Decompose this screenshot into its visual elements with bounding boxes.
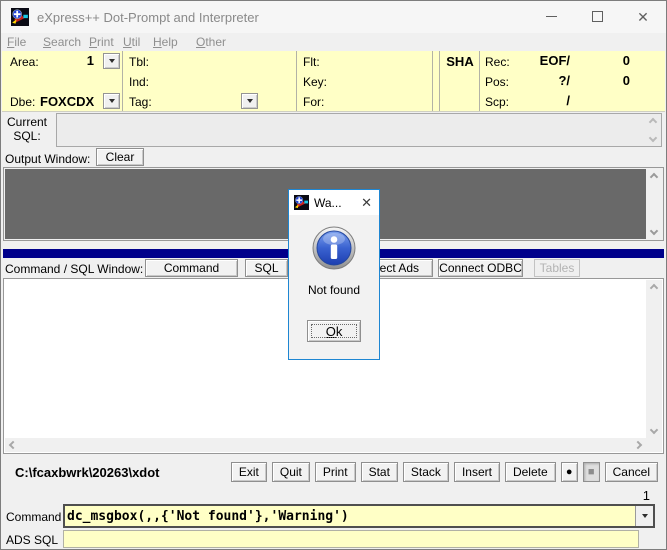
close-icon: ✕ [361,195,372,210]
app-window: eXpress++ Dot-Prompt and Interpreter ✕ F… [0,0,667,550]
chevron-down-icon [247,99,253,103]
dialog-message: Not found [308,283,360,297]
print-button[interactable]: Print [315,462,356,482]
scrollbar-corner [646,438,662,452]
exit-button[interactable]: Exit [231,462,267,482]
menu-other[interactable]: Other [196,35,226,49]
menu-search[interactable]: Search [43,35,81,49]
focus-rectangle [311,324,357,338]
ok-button[interactable]: Ok [307,320,361,342]
warning-dialog: Wa... ✕ Not found Ok [288,189,380,360]
current-sql-field[interactable] [56,113,662,147]
delete-button[interactable]: Delete [505,462,556,482]
maximize-icon [592,11,603,22]
history-counter: 1 [643,488,650,503]
cancel-button[interactable]: Cancel [605,462,658,482]
chevron-down-icon [109,99,115,103]
pos-count: 0 [577,73,630,88]
command-window-vscrollbar[interactable] [646,280,662,438]
close-button[interactable]: ✕ [620,1,666,32]
panel-divider [122,51,123,111]
area-value: 1 [32,53,94,68]
stop-button[interactable]: ■ [583,462,600,482]
command-input-label: Command [6,510,61,524]
area-dropdown-button[interactable] [103,53,120,69]
panel-divider [439,51,440,111]
scroll-up-icon[interactable] [648,118,656,126]
scroll-down-icon[interactable] [650,426,658,434]
menu-util[interactable]: Util [123,35,140,49]
tables-button: Tables [534,259,580,277]
scroll-left-icon[interactable] [9,441,17,449]
ads-sql-label: ADS SQL [6,533,58,547]
menu-help[interactable]: Help [153,35,178,49]
info-icon [312,226,356,270]
dialog-close-button[interactable]: ✕ [361,195,372,211]
current-sql-spinner [645,115,660,145]
panel-divider [479,51,480,111]
dialog-title-bar[interactable]: Wa... ✕ [289,190,379,215]
scp-value: / [497,93,570,108]
output-scrollbar[interactable] [646,169,662,239]
ads-sql-input[interactable] [63,530,639,548]
record-dot-icon: ● [566,466,573,478]
current-sql-label: Current SQL: [3,115,51,143]
record-button[interactable]: ● [561,462,578,482]
workarea-panel: Area: 1 Dbe: FOXCDX Tbl: Ind: Tag: Flt: … [2,51,665,112]
tbl-label: Tbl: [129,55,149,69]
dialog-body: Not found Ok [289,215,379,342]
menu-file[interactable]: File [7,35,26,49]
chevron-down-icon [642,514,648,518]
scroll-down-icon[interactable] [650,227,658,235]
command-sql-window-label: Command / SQL Window: [5,262,143,276]
title-bar: eXpress++ Dot-Prompt and Interpreter ✕ [1,1,666,33]
tag-dropdown-button[interactable] [241,93,258,109]
clear-button[interactable]: Clear [96,148,144,166]
dbe-dropdown-button[interactable] [103,93,120,109]
chevron-down-icon [109,59,115,63]
scroll-up-icon[interactable] [650,284,658,292]
panel-divider [296,51,297,111]
dialog-app-icon [294,195,309,210]
stop-square-icon: ■ [588,466,595,478]
connect-odbc-button[interactable]: Connect ODBC [438,259,523,277]
app-logo-icon [11,8,29,26]
sql-button[interactable]: SQL [245,259,288,277]
dbe-value: FOXCDX [40,94,94,109]
rec-count: 0 [577,53,630,68]
dbe-label: Dbe: [10,95,35,109]
sha-flag: SHA [441,54,479,69]
command-window-hscrollbar[interactable] [5,438,646,452]
command-input[interactable] [65,506,635,526]
scroll-right-icon[interactable] [634,441,642,449]
command-input-wrap [63,504,655,528]
for-label: For: [303,95,324,109]
pos-value: ?/ [497,73,570,88]
minimize-button[interactable] [528,1,574,32]
rec-value: EOF/ [497,53,570,68]
dialog-title: Wa... [314,196,342,210]
action-button-strip: Exit Quit Print Stat Stack Insert Delete… [231,462,658,482]
quit-button[interactable]: Quit [272,462,310,482]
insert-button[interactable]: Insert [454,462,500,482]
flt-label: Flt: [303,55,320,69]
menu-print[interactable]: Print [89,35,114,49]
close-icon: ✕ [637,10,649,24]
command-history-dropdown-button[interactable] [635,506,653,526]
output-window-label: Output Window: [5,152,90,166]
stat-button[interactable]: Stat [361,462,398,482]
stack-button[interactable]: Stack [403,462,449,482]
window-title: eXpress++ Dot-Prompt and Interpreter [37,10,259,25]
work-path: C:\fcaxbwrk\20263\xdot [15,465,160,480]
panel-divider [432,51,433,111]
menu-bar: File Search Print Util Help Other [1,33,666,51]
minimize-icon [546,16,557,17]
scroll-down-icon[interactable] [648,134,656,142]
scroll-up-icon[interactable] [650,173,658,181]
ind-label: Ind: [129,75,149,89]
maximize-button[interactable] [574,1,620,32]
tag-label: Tag: [129,95,152,109]
command-button[interactable]: Command [145,259,238,277]
key-label: Key: [303,75,327,89]
